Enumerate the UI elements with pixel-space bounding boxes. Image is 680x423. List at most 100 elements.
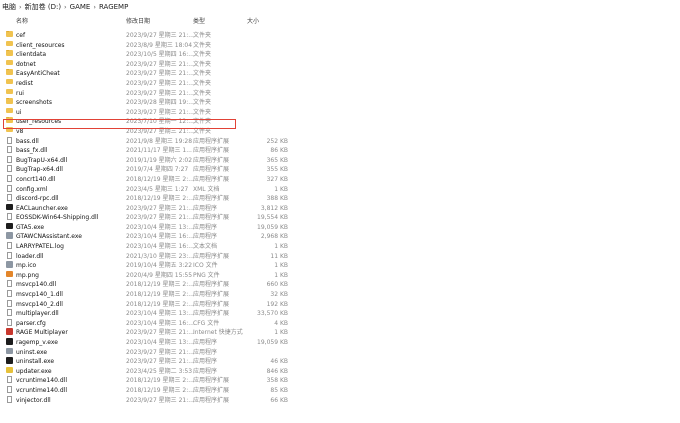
file-size: 1 KB (274, 329, 288, 337)
file-icon-cell (6, 232, 14, 242)
folder-icon (6, 126, 13, 133)
file-icon-cell (6, 309, 14, 319)
file-size: 2,968 KB (260, 233, 288, 241)
column-header-date[interactable]: 修改日期 (126, 15, 150, 29)
file-row[interactable]: v8 2023/9/27 星期三 21:... 文件夹 (0, 126, 680, 137)
file-size: 3,812 KB (260, 204, 288, 212)
dll-file-icon (7, 213, 12, 221)
file-row[interactable]: GTA5.exe 2023/10/4 星期三 13:... 应用程序 19,059 K… (0, 222, 680, 233)
folder-icon (6, 40, 13, 47)
file-row[interactable]: screenshots 2023/9/28 星期四 19:... 文件夹 (0, 98, 680, 108)
file-row[interactable]: EOSSDK-Win64-Shipping.dll 2023/9/27 星期三 2… (0, 213, 680, 223)
file-row[interactable]: mp.ico 2019/10/4 星期五 3:22 ICO 文件 1 KB (0, 261, 680, 271)
file-icon-cell (6, 299, 14, 310)
file-row[interactable]: parser.cfg 2023/10/4 星期三 16:... CFG 文件 4 KB (0, 318, 680, 329)
chevron-right-icon: › (19, 3, 22, 11)
file-name: ragemp_v.exe (16, 339, 58, 346)
file-name: RAGE Multiplayer (16, 329, 68, 337)
folder-icon (6, 31, 13, 37)
file-row[interactable]: multiplayer.dll 2023/10/4 星期三 13:... 应用程序扩… (0, 309, 680, 319)
file-row[interactable]: EasyAntiCheat 2023/9/27 星期三 21:... 文件夹 (0, 69, 680, 79)
file-row[interactable]: vcruntime140.dll 2018/12/19 星期三 2:... 应用程序… (0, 385, 680, 396)
file-size: 1 KB (274, 185, 288, 193)
file-row[interactable]: BugTrapU-x64.dll 2019/1/19 星期六 2:02 应用程序扩展… (0, 155, 680, 166)
file-name: msvcp140_1.dll (16, 291, 63, 299)
file-row[interactable]: cef 2023/9/27 星期三 21:... 文件夹 (0, 31, 680, 41)
file-row[interactable]: bass.dll 2021/9/8 星期三 19:28 应用程序扩展 252 KB (0, 136, 680, 147)
file-row[interactable]: loader.dll 2021/3/10 星期三 23:... 应用程序扩展 11 K… (0, 251, 680, 262)
file-row[interactable]: clientdata 2023/10/5 星期四 16:... 文件夹 (0, 50, 680, 60)
file-icon-cell (6, 251, 14, 262)
file-row[interactable]: vinjector.dll 2023/9/27 星期三 21:... 应用程序扩展 6… (0, 395, 680, 406)
gta5-exe-icon (6, 222, 13, 230)
file-name: clientdata (16, 51, 46, 59)
file-size: 1 KB (274, 243, 288, 251)
file-icon-cell (6, 213, 14, 223)
chevron-right-icon: › (64, 3, 67, 11)
file-name: discord-rpc.dll (16, 195, 59, 203)
folder-icon (6, 107, 13, 114)
breadcrumb-item-ragemp[interactable]: RAGEMP (99, 0, 128, 15)
breadcrumb-item-pc[interactable]: 电脑 (2, 0, 16, 15)
file-icon-cell (6, 184, 14, 195)
file-row[interactable]: msvcp140.dll 2018/12/19 星期三 2:... 应用程序扩展 66… (0, 280, 680, 290)
column-header-type[interactable]: 类型 (193, 15, 205, 29)
file-type: 文件夹 (193, 127, 212, 135)
file-row[interactable]: msvcp140_1.dll 2018/12/19 星期三 2:... 应用程序扩展… (0, 290, 680, 300)
file-icon-cell (6, 155, 14, 166)
file-row[interactable]: discord-rpc.dll 2018/12/19 星期三 2:... 应用程序扩… (0, 194, 680, 204)
file-row[interactable]: mp.png 2020/4/9 星期四 15:55 PNG 文件 1 KB (0, 270, 680, 281)
dll-file-icon (7, 174, 12, 182)
file-row[interactable]: RAGE Multiplayer 2023/9/27 星期三 21:... Inte… (0, 328, 680, 338)
folder-icon (6, 117, 13, 123)
file-size: 365 KB (266, 156, 288, 164)
file-row[interactable]: uninst.exe 2023/9/27 星期三 21:... 应用程序 (0, 347, 680, 358)
breadcrumb-item-game[interactable]: GAME (70, 0, 91, 15)
file-row[interactable]: ragemp_v.exe 2023/10/4 星期三 13:... 应用程序 19,0… (0, 338, 680, 348)
file-row[interactable]: user_resources 2023/7/10 星期一 12:... 文件夹 (0, 117, 680, 127)
file-row[interactable]: uninstall.exe 2023/9/27 星期三 21:... 应用程序 46 … (0, 357, 680, 367)
file-size: 1 KB (274, 262, 288, 270)
file-name: client_resources (16, 41, 65, 49)
file-size: 33,570 KB (257, 310, 288, 318)
file-row[interactable]: client_resources 2023/8/9 星期三 18:04 文件夹 (0, 40, 680, 51)
breadcrumb-item-drive[interactable]: 新加卷 (D:) (25, 0, 61, 15)
file-row[interactable]: ui 2023/9/27 星期三 21:... 文件夹 (0, 107, 680, 118)
breadcrumb: 电脑 › 新加卷 (D:) › GAME › RAGEMP (0, 0, 680, 15)
rage-shortcut-icon (6, 328, 13, 335)
dll-file-icon (7, 251, 12, 259)
file-row[interactable]: concrt140.dll 2018/12/19 星期三 2:... 应用程序扩展 3… (0, 174, 680, 185)
file-row[interactable]: dotnet 2023/9/27 星期三 21:... 文件夹 (0, 59, 680, 70)
file-name: cef (16, 32, 26, 39)
file-row[interactable]: EACLauncher.exe 2023/9/27 星期三 21:... 应用程序 3… (0, 203, 680, 214)
column-header-size[interactable]: 大小 (247, 15, 259, 29)
file-row[interactable]: config.xml 2023/4/5 星期三 1:27 XML 文档 1 KB (0, 184, 680, 195)
column-header-name[interactable]: 名称 (16, 15, 28, 29)
file-row[interactable]: LARRYPATEL.log 2023/10/4 星期三 16:... 文本文档 1 … (0, 242, 680, 252)
dll-file-icon (7, 385, 12, 393)
file-name: dotnet (16, 60, 36, 68)
file-name: vcruntime140.dll (16, 377, 67, 385)
file-size: 846 KB (266, 367, 288, 375)
dll-file-icon (7, 395, 12, 403)
file-row[interactable]: redist 2023/9/27 星期三 21:... 文件夹 (0, 78, 680, 89)
file-name: EOSSDK-Win64-Shipping.dll (16, 214, 99, 222)
file-name: ui (16, 108, 22, 116)
file-row[interactable]: vcruntime140.dll 2018/12/19 星期三 2:... 应用程序… (0, 376, 680, 386)
file-row[interactable]: bass_fx.dll 2021/11/17 星期三 1... 应用程序扩展 86 K… (0, 146, 680, 156)
file-size: 32 KB (270, 291, 288, 299)
file-icon-cell (6, 69, 14, 79)
file-row[interactable]: BugTrap-x64.dll 2019/7/4 星期四 7:27 应用程序扩展 35… (0, 165, 680, 175)
file-row[interactable]: msvcp140_2.dll 2018/12/19 星期三 2:... 应用程序扩展… (0, 299, 680, 310)
file-icon-cell (6, 174, 14, 185)
file-name: loader.dll (16, 252, 44, 260)
file-type: 文件夹 (193, 51, 212, 59)
file-size: 19,059 KB (257, 339, 288, 346)
file-row[interactable]: rui 2023/9/27 星期三 21:... 文件夹 (0, 88, 680, 99)
file-icon-cell (6, 50, 14, 60)
folder-icon (6, 50, 13, 56)
file-row[interactable]: updater.exe 2023/4/25 星期二 3:53 应用程序 846 KB (0, 366, 680, 377)
file-name: msvcp140_2.dll (16, 300, 63, 308)
file-row[interactable]: GTAWCNAssistant.exe 2023/10/4 星期三 16:... 应… (0, 232, 680, 242)
file-name: bass.dll (16, 137, 39, 145)
